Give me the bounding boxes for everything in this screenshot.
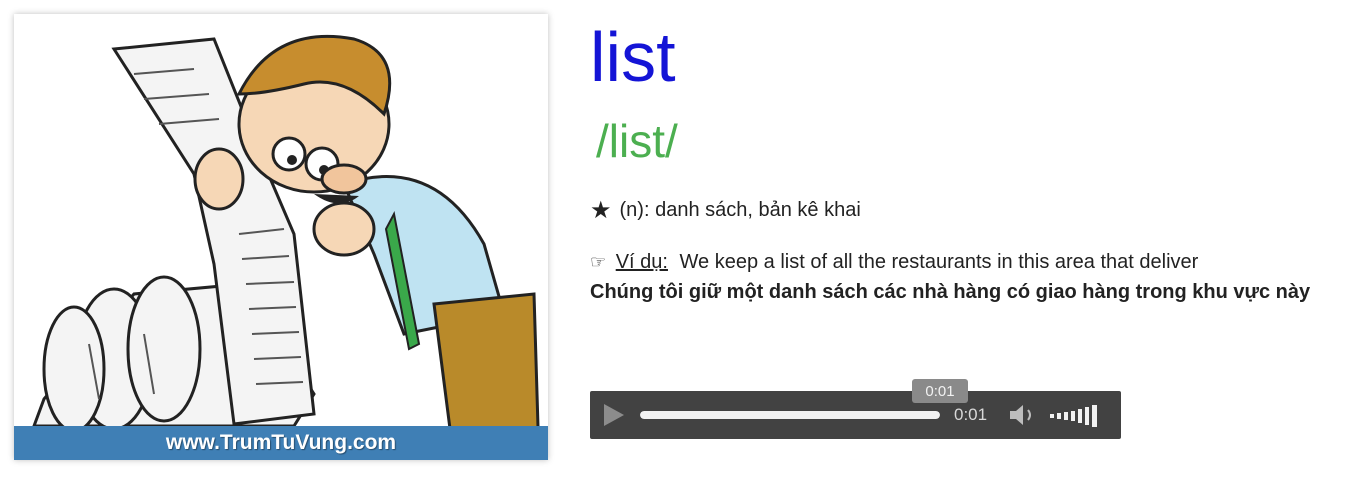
volume-icon[interactable] <box>1008 402 1040 428</box>
audio-player: 0:01 0:01 <box>590 379 1121 439</box>
progress-fill <box>640 411 940 419</box>
example-vietnamese: Chúng tôi giữ một danh sách các nhà hàng… <box>590 281 1311 303</box>
vocabulary-word: list <box>590 18 676 96</box>
watermark-text: www.TrumTuVung.com <box>165 431 397 454</box>
word-illustration-card: www.TrumTuVung.com <box>14 14 548 460</box>
example-english: We keep a list of all the restaurants in… <box>679 251 1199 273</box>
current-time: 0:01 <box>954 405 988 424</box>
pronunciation-ipa: /list/ <box>596 115 678 167</box>
watermark-bar: www.TrumTuVung.com <box>14 426 548 460</box>
time-tooltip: 0:01 <box>912 379 968 403</box>
definition-text: (n): danh sách, bản kê khai <box>619 199 861 221</box>
star-icon: ★ <box>590 197 612 224</box>
volume-level-icon[interactable] <box>1050 403 1110 429</box>
example-label: Ví dụ: <box>615 251 668 273</box>
definition-line: ★ (n): danh sách, bản kê khai <box>590 196 861 225</box>
example-block: ☞ Ví dụ: We keep a list of all the resta… <box>590 247 1350 307</box>
play-icon[interactable] <box>604 404 624 426</box>
progress-track[interactable] <box>640 411 940 419</box>
pointing-hand-icon: ☞ <box>590 252 607 272</box>
man-reading-list-illustration <box>31 34 541 460</box>
